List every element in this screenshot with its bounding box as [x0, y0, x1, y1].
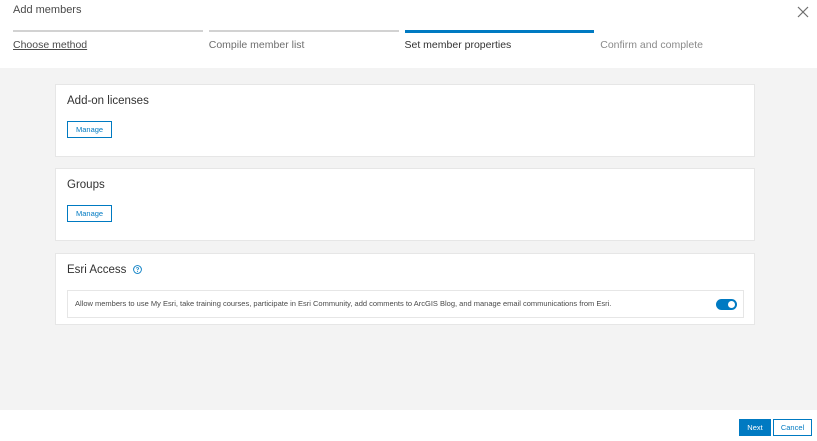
- toggle-knob: [728, 301, 735, 308]
- esri-access-toggle[interactable]: [716, 299, 737, 310]
- step-set-member-properties[interactable]: Set member properties: [404, 30, 595, 60]
- step-choose-method[interactable]: Choose method: [13, 30, 203, 60]
- help-icon[interactable]: [132, 265, 142, 275]
- addon-licenses-manage-button[interactable]: Manage: [67, 121, 113, 138]
- dialog-footer: Next Cancel: [0, 410, 817, 441]
- groups-title: Groups: [67, 179, 105, 191]
- addon-licenses-title: Add-on licenses: [67, 95, 149, 107]
- esri-access-description: Allow members to use My Esri, take train…: [75, 299, 612, 308]
- stepper: Choose method Compile member list Set me…: [13, 30, 790, 60]
- dialog-header: Add members Choose method Compile member…: [0, 0, 817, 68]
- esri-access-card: Esri Access Allow members to use My Esri…: [55, 253, 755, 325]
- next-button[interactable]: Next: [739, 419, 771, 436]
- cancel-button[interactable]: Cancel: [773, 419, 812, 436]
- groups-card: Groups Manage: [55, 168, 755, 241]
- close-icon[interactable]: [795, 4, 811, 20]
- main-content: Add-on licenses Manage Groups Manage Esr…: [0, 68, 817, 410]
- step-compile-member-list[interactable]: Compile member list: [208, 30, 399, 60]
- esri-access-row: Allow members to use My Esri, take train…: [67, 290, 744, 318]
- groups-manage-button[interactable]: Manage: [67, 205, 113, 222]
- addon-licenses-card: Add-on licenses Manage: [55, 84, 755, 157]
- esri-access-title-wrap: Esri Access: [67, 264, 142, 276]
- dialog-title: Add members: [13, 4, 82, 16]
- esri-access-title: Esri Access: [67, 264, 127, 276]
- step-confirm-and-complete: Confirm and complete: [600, 39, 703, 51]
